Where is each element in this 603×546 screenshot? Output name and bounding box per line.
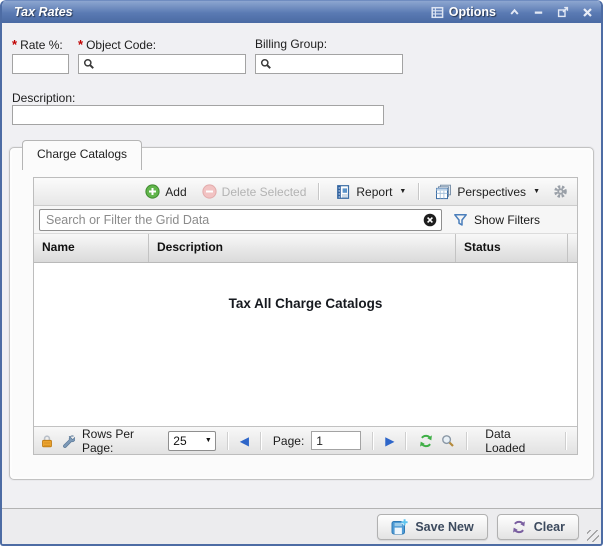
grid-status-text: Data Loaded <box>485 427 548 455</box>
grid-footer: Rows Per Page: 25 ▼ ◀ Page: ▶ Data Loa <box>34 426 577 454</box>
description-label: Description: <box>12 91 75 105</box>
titlebar[interactable]: Tax Rates Options <box>2 1 601 23</box>
column-header-status[interactable]: Status <box>456 234 568 262</box>
options-button[interactable]: Options <box>431 5 496 19</box>
column-header-gutter <box>568 234 577 262</box>
search-wrap <box>39 209 442 231</box>
footer-separator <box>260 432 262 450</box>
footer-separator <box>227 432 229 450</box>
grid-body: Tax All Charge Catalogs <box>34 263 577 426</box>
footer-separator <box>372 432 374 450</box>
report-icon <box>335 184 351 200</box>
perspectives-icon <box>435 184 452 200</box>
grid-header: Name Description Status <box>34 234 577 263</box>
grid-settings-gear-icon[interactable] <box>553 184 568 199</box>
report-button[interactable]: Report ▼ <box>335 184 406 200</box>
wrench-icon[interactable] <box>61 434 75 448</box>
required-marker: * <box>12 37 17 52</box>
refresh-icon[interactable] <box>418 433 434 449</box>
action-bar: Save New Clear <box>2 508 601 544</box>
charge-catalogs-grid: Add Delete Selected Report ▼ Perspective… <box>33 177 578 455</box>
lock-icon[interactable] <box>40 434 54 448</box>
add-button[interactable]: Add <box>145 184 186 199</box>
save-new-button[interactable]: Save New <box>377 514 487 540</box>
delete-selected-button[interactable]: Delete Selected <box>202 184 307 199</box>
page-label: Page: <box>273 434 304 448</box>
tax-rates-window: Tax Rates Options *Rate %: *Obje <box>0 0 603 546</box>
clear-button[interactable]: Clear <box>497 514 579 540</box>
tab-label: Charge Catalogs <box>37 147 127 161</box>
grid-search-input[interactable] <box>39 209 442 231</box>
rows-per-page-select[interactable]: 25 <box>168 431 216 451</box>
footer-separator <box>405 432 407 450</box>
billing-group-label: Billing Group: <box>255 37 327 51</box>
clear-refresh-icon <box>511 519 527 535</box>
toolbar-separator <box>418 183 420 200</box>
filter-funnel-icon <box>453 213 468 227</box>
rows-per-page-label: Rows Per Page: <box>82 427 161 455</box>
grid-search-row: Show Filters <box>34 206 577 234</box>
add-icon <box>145 184 160 199</box>
column-header-description[interactable]: Description <box>149 234 456 262</box>
close-icon[interactable] <box>582 7 593 18</box>
resize-grip[interactable] <box>587 530 599 542</box>
billing-group-lookup <box>255 54 403 74</box>
save-icon <box>391 518 408 535</box>
window-title: Tax Rates <box>14 5 73 19</box>
tab-charge-catalogs[interactable]: Charge Catalogs <box>22 140 142 170</box>
zoom-grid-icon[interactable] <box>441 434 455 448</box>
rate-label: *Rate %: <box>12 37 63 52</box>
perspectives-button[interactable]: Perspectives ▼ <box>435 184 540 200</box>
object-code-lookup <box>78 54 246 74</box>
billing-group-input[interactable] <box>255 54 403 74</box>
previous-page-icon[interactable]: ◀ <box>240 435 249 447</box>
rows-per-page-select-wrap: 25 ▼ <box>168 431 216 451</box>
delete-icon <box>202 184 217 199</box>
show-filters-button[interactable]: Show Filters <box>453 213 540 227</box>
dropdown-arrow-icon: ▼ <box>533 188 540 195</box>
footer-separator <box>466 432 468 450</box>
grid-toolbar: Add Delete Selected Report ▼ Perspective… <box>34 178 577 206</box>
collapse-icon[interactable] <box>509 7 520 17</box>
dropdown-arrow-icon: ▼ <box>399 188 406 195</box>
options-label: Options <box>449 5 496 19</box>
object-code-label: *Object Code: <box>78 37 156 52</box>
clear-search-icon[interactable] <box>423 213 437 227</box>
required-marker: * <box>78 37 83 52</box>
next-page-icon[interactable]: ▶ <box>385 435 394 447</box>
footer-separator <box>565 432 567 450</box>
minimize-icon[interactable] <box>533 7 544 17</box>
object-code-input[interactable] <box>78 54 246 74</box>
rate-input[interactable] <box>12 54 69 74</box>
column-header-name[interactable]: Name <box>34 234 149 262</box>
popout-icon[interactable] <box>557 6 569 18</box>
page-input[interactable] <box>311 431 361 450</box>
grid-empty-message: Tax All Charge Catalogs <box>34 296 577 311</box>
description-input[interactable] <box>12 105 384 125</box>
options-grid-icon <box>431 6 444 19</box>
toolbar-separator <box>318 183 320 200</box>
